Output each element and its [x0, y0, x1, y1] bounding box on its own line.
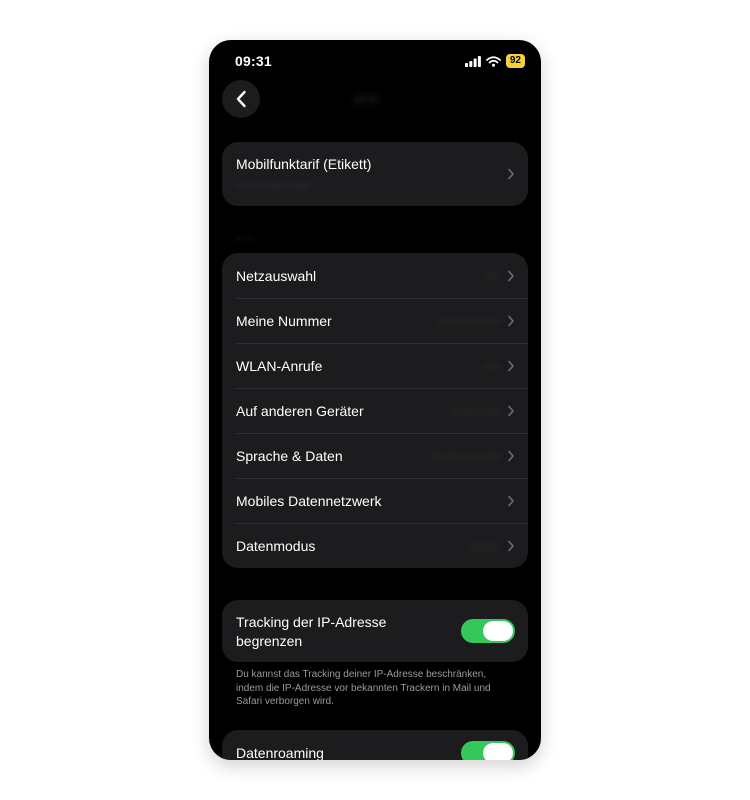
row-label: Auf anderen Geräter: [236, 402, 364, 419]
ip-tracking-toggle[interactable]: [461, 619, 515, 643]
row-wifi-calling[interactable]: WLAN-Anrufe ····: [222, 343, 528, 388]
row-value: ····: [484, 268, 500, 283]
data-roaming-row: Datenroaming: [222, 730, 528, 760]
plan-label-subtitle: ··· ··· ····· ·····: [236, 178, 310, 192]
row-data-mode[interactable]: Datenmodus ········: [222, 523, 528, 568]
status-bar: 09:31 92: [209, 40, 541, 80]
ip-tracking-label-line2: begrenzen: [236, 633, 303, 649]
row-my-number[interactable]: Meine Nummer ··· ··· ··· ····: [222, 298, 528, 343]
row-mobile-data-network[interactable]: Mobiles Datennetzwerk: [222, 478, 528, 523]
settings-list: Netzauswahl ···· Meine Nummer ··· ··· ··…: [222, 253, 528, 568]
status-time: 09:31: [235, 53, 272, 69]
row-voice-data[interactable]: Sprache & Daten ··· ···· ··· ·····: [222, 433, 528, 478]
chevron-right-icon: [508, 540, 514, 551]
data-roaming-label: Datenroaming: [236, 745, 324, 760]
wifi-icon: [485, 55, 501, 67]
toggle-knob: [483, 743, 513, 760]
row-label: WLAN-Anrufe: [236, 357, 323, 374]
cellular-signal-icon: [464, 55, 481, 67]
ip-tracking-label-line1: Tracking der IP-Adresse: [236, 614, 387, 630]
row-label: Netzauswahl: [236, 267, 317, 284]
chevron-right-icon: [508, 405, 514, 416]
ip-tracking-label: Tracking der IP-Adresse begrenzen: [236, 613, 386, 651]
plan-label-title: Mobilfunktarif (Etikett): [236, 156, 372, 172]
row-network-selection[interactable]: Netzauswahl ····: [222, 253, 528, 298]
chevron-right-icon: [508, 168, 514, 180]
ip-tracking-row: Tracking der IP-Adresse begrenzen: [222, 600, 528, 662]
page-title: ·· ··: [355, 91, 378, 107]
phone-screen: 09:31 92 ·· ·· Mobilfunktarif (Etikett) …: [209, 40, 541, 760]
row-value: ········: [468, 538, 500, 553]
back-button[interactable]: [222, 80, 260, 118]
plan-label-row[interactable]: Mobilfunktarif (Etikett) ··· ··· ····· ·…: [222, 142, 528, 206]
section-header: ·· ··: [236, 233, 254, 245]
status-icons: 92: [464, 54, 525, 68]
ip-tracking-footnote: Du kannst das Tracking deiner IP-Adresse…: [236, 669, 491, 707]
toggle-knob: [483, 621, 513, 641]
row-label: Meine Nummer: [236, 312, 332, 329]
row-value: ·· ···· ·····: [449, 403, 500, 418]
chevron-right-icon: [508, 270, 514, 281]
chevron-right-icon: [508, 495, 514, 506]
row-label: Mobiles Datennetzwerk: [236, 492, 382, 509]
data-roaming-toggle[interactable]: [461, 741, 515, 760]
chevron-right-icon: [508, 450, 514, 461]
row-value: ··· ···· ··· ·····: [430, 448, 500, 463]
chevron-left-icon: [236, 90, 246, 108]
row-value: ····: [484, 358, 500, 373]
row-label: Sprache & Daten: [236, 447, 343, 464]
chevron-right-icon: [508, 315, 514, 326]
chevron-right-icon: [508, 360, 514, 371]
battery-indicator: 92: [505, 54, 525, 68]
row-other-devices[interactable]: Auf anderen Geräter ·· ···· ·····: [222, 388, 528, 433]
row-label: Datenmodus: [236, 537, 316, 554]
row-value: ··· ··· ··· ····: [438, 313, 500, 328]
